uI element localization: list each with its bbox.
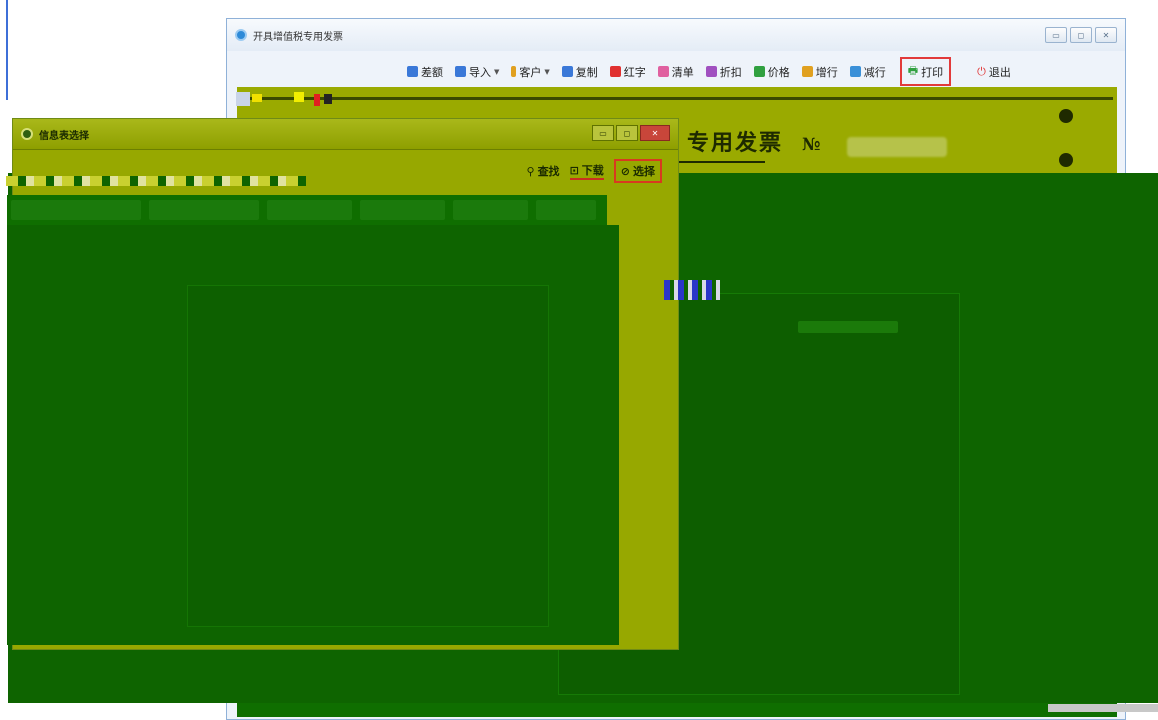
printer-icon: 🖶: [907, 64, 919, 77]
artifact: [324, 94, 332, 104]
invoice-border-line: [243, 97, 1113, 100]
discount-icon: [705, 66, 717, 77]
invoice-window-title: 开具增值税专用发票: [253, 31, 343, 43]
info-table-select-dialog: 信息表选择 ▭ ◻ ✕ ⚲ 查找 ⊡ 下载 ⊘ 选择: [7, 118, 679, 650]
dialog-close-button[interactable]: ✕: [640, 125, 670, 141]
grid-column-header[interactable]: [267, 200, 352, 220]
customer-icon: [511, 66, 517, 77]
grid-column-header[interactable]: [149, 200, 259, 220]
close-button[interactable]: ✕: [1095, 27, 1117, 43]
invoice-window-titlebar: 开具增值税专用发票: [227, 19, 1125, 51]
binding-hole: [1059, 109, 1073, 123]
toolbar-label: 增行: [815, 65, 838, 79]
dialog-maximize-button[interactable]: ◻: [616, 125, 638, 141]
list-icon: [657, 66, 669, 77]
grid-column-header[interactable]: [453, 200, 528, 220]
toolbar-label: 折扣: [719, 65, 742, 79]
toolbar-customer-button[interactable]: 客户 ▼: [511, 64, 550, 80]
dialog-grid-header: [7, 195, 607, 225]
dialog-title: 信息表选择: [39, 130, 89, 142]
download-label: 下载: [581, 164, 604, 177]
price-icon: [753, 66, 765, 77]
chevron-down-icon: ▼: [494, 67, 500, 76]
check-circle-icon: ⊘: [620, 164, 630, 178]
exit-label: 退出: [988, 65, 1011, 79]
invoice-number-label: №: [802, 135, 821, 155]
dialog-titlebar: 信息表选择: [13, 119, 678, 150]
dialog-grid: [7, 225, 619, 645]
invoice-title-underline: [665, 161, 765, 163]
select-button[interactable]: ⊘ 选择: [613, 159, 662, 183]
invoice-number-redacted: [847, 137, 947, 157]
toolbar-label: 减行: [863, 65, 886, 79]
invoice-toolbar: 差额 导入 ▼ 客户 ▼ 复制 红字 清单 折扣 价格 增行 减行 🖶 打印 ⏻…: [407, 57, 1011, 86]
dialog-app-icon: [21, 128, 33, 140]
artifact: [294, 92, 304, 102]
toolbar-remove-row-button[interactable]: 减行: [849, 64, 886, 80]
toolbar-label: 差额: [421, 65, 443, 79]
download-button[interactable]: ⊡ 下载: [569, 162, 604, 180]
window-controls: ▭ ◻ ✕: [1045, 27, 1117, 43]
invoice-title: 专用发票: [687, 130, 784, 156]
red-invoice-icon: [609, 66, 621, 77]
remove-row-icon: [849, 66, 861, 77]
app-icon: [235, 29, 247, 41]
dialog-toolbar: ⚲ 查找 ⊡ 下载 ⊘ 选择: [527, 159, 662, 183]
artifact: [6, 176, 306, 186]
artifact: [236, 92, 250, 106]
minimize-button[interactable]: ▭: [1045, 27, 1067, 43]
copy-icon: [561, 66, 573, 77]
select-label: 选择: [633, 165, 655, 178]
grid-column-header[interactable]: [360, 200, 445, 220]
binding-hole: [1059, 153, 1073, 167]
artifact: [252, 94, 262, 102]
toolbar-label: 客户: [519, 65, 542, 79]
artifact: [314, 94, 320, 106]
download-icon: ⊡: [569, 163, 579, 177]
artifact: [664, 280, 720, 300]
toolbar-label: 价格: [767, 65, 790, 79]
dialog-minimize-button[interactable]: ▭: [592, 125, 614, 141]
toolbar-red-invoice-button[interactable]: 红字: [609, 64, 646, 80]
print-button[interactable]: 🖶 打印: [899, 57, 952, 86]
grid-column-header[interactable]: [11, 200, 141, 220]
toolbar-label: 复制: [575, 65, 598, 79]
find-label: 查找: [537, 165, 560, 178]
dialog-window-controls: ▭ ◻ ✕: [592, 125, 670, 141]
find-button[interactable]: ⚲ 查找: [527, 163, 560, 179]
toolbar-price-button[interactable]: 价格: [753, 64, 790, 80]
import-icon: [455, 66, 466, 77]
toolbar-discount-button[interactable]: 折扣: [705, 64, 742, 80]
difference-icon: [407, 66, 418, 77]
toolbar-difference-button[interactable]: 差额: [407, 64, 443, 80]
bottom-edge: [1048, 704, 1158, 712]
overlay-bar: [798, 321, 898, 333]
grid-column-header[interactable]: [536, 200, 596, 220]
search-icon: ⚲: [526, 164, 535, 178]
toolbar-copy-button[interactable]: 复制: [561, 64, 598, 80]
toolbar-list-button[interactable]: 清单: [657, 64, 694, 80]
power-icon: ⏻: [977, 64, 986, 78]
chevron-down-icon: ▼: [544, 67, 550, 76]
toolbar-add-row-button[interactable]: 增行: [801, 64, 838, 80]
toolbar-label: 清单: [671, 65, 694, 79]
print-label: 打印: [921, 65, 944, 79]
dialog-grid-inner: [187, 285, 549, 627]
left-edge-line: [6, 0, 8, 100]
exit-button[interactable]: ⏻ 退出: [977, 64, 1011, 80]
toolbar-import-button[interactable]: 导入 ▼: [455, 64, 499, 80]
toolbar-label: 导入: [469, 65, 491, 79]
maximize-button[interactable]: ◻: [1070, 27, 1092, 43]
add-row-icon: [801, 66, 813, 77]
toolbar-label: 红字: [623, 65, 646, 79]
